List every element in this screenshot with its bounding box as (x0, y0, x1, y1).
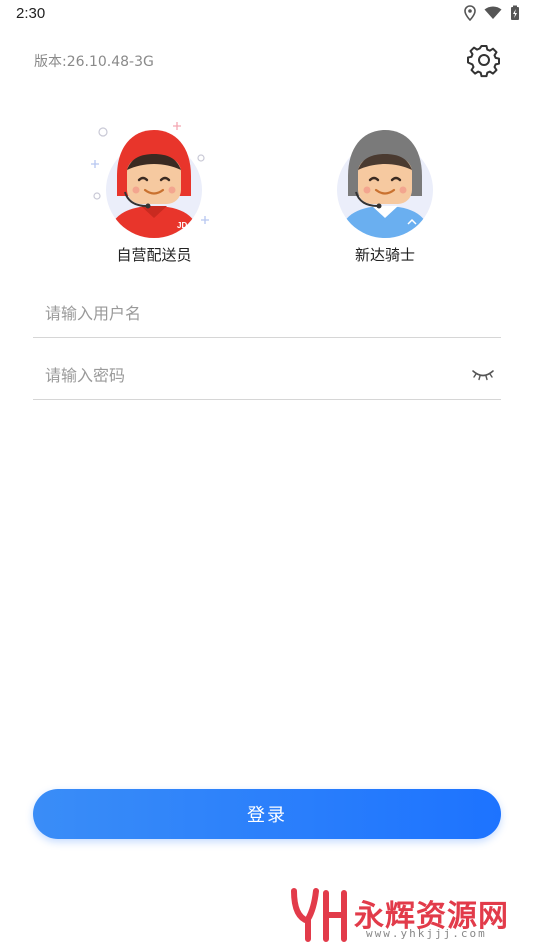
status-time: 2:30 (16, 5, 46, 22)
battery-charging-icon (511, 5, 519, 20)
username-input[interactable] (33, 290, 501, 336)
status-icons (464, 5, 520, 21)
eye-closed-icon[interactable] (471, 366, 495, 382)
status-bar: 2:30 (0, 0, 534, 28)
gear-icon (467, 45, 500, 78)
watermark-url: www.yhkjjj.com (366, 927, 487, 940)
watermark: 永辉资源网 www.yhkjjj.com (288, 885, 518, 945)
role-dada-rider-label: 新达骑士 (354, 246, 415, 264)
location-icon (464, 5, 476, 21)
login-button[interactable]: 登录 (33, 789, 501, 839)
role-dada-rider[interactable]: 新达骑士 (310, 120, 460, 265)
password-field-container (33, 352, 501, 400)
watermark-logo (291, 888, 347, 942)
settings-button[interactable] (466, 42, 502, 78)
jd-badge: JD (177, 221, 187, 230)
wifi-icon (484, 6, 502, 19)
password-input[interactable] (33, 352, 501, 398)
gray-helmet-rider-avatar (330, 120, 440, 238)
red-helmet-courier-avatar: JD (91, 120, 209, 238)
role-self-courier-label: 自营配送员 (116, 246, 192, 264)
role-self-courier[interactable]: JD 自营配送员 (79, 120, 229, 265)
username-field-container (33, 290, 501, 338)
version-label: 版本:26.10.48-3G (34, 54, 154, 70)
